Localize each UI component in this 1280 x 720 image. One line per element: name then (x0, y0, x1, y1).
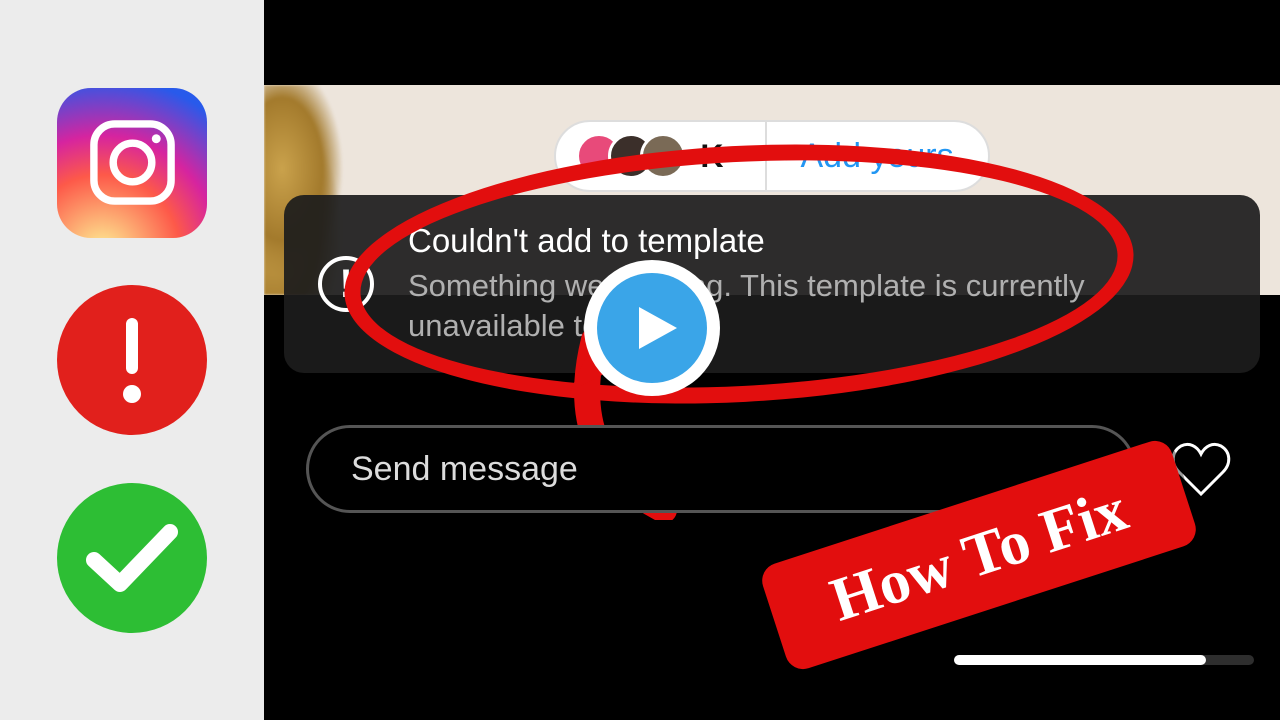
toast-body: Something went wrong. This template is c… (408, 266, 1226, 347)
warning-icon: ! (318, 256, 374, 312)
alert-icon (57, 285, 207, 435)
thumbnail-sidebar (0, 0, 264, 720)
error-toast: ! Couldn't add to template Something wen… (284, 195, 1260, 373)
avatar-stack (576, 133, 686, 179)
add-yours-button[interactable]: Add yours (765, 122, 988, 190)
check-icon (57, 483, 207, 633)
screenshot-area: K Add yours ! Couldn't add to template S… (264, 0, 1280, 720)
viewer-count-label: K (700, 138, 724, 175)
story-progress-bar[interactable] (954, 655, 1254, 665)
send-message-placeholder: Send message (351, 450, 578, 489)
video-play-button[interactable] (588, 264, 716, 392)
toast-title: Couldn't add to template (408, 222, 1226, 260)
add-yours-sticker[interactable]: K Add yours (554, 120, 989, 192)
viewer-count: K (556, 133, 764, 179)
instagram-logo-icon (57, 88, 207, 238)
play-icon (597, 273, 707, 383)
